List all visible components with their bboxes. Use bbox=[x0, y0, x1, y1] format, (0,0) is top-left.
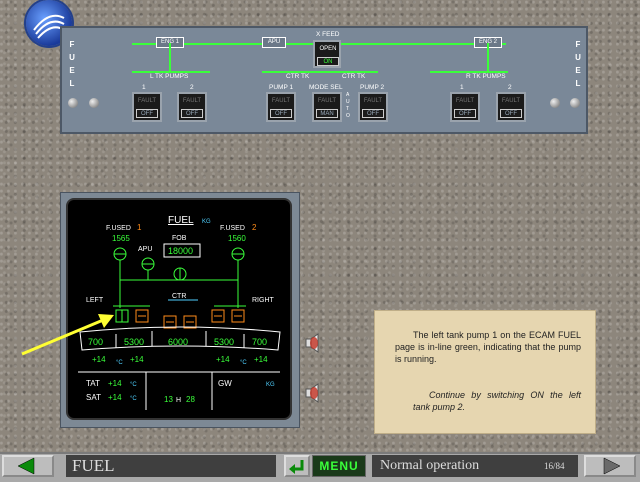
r-pump2-number: 2 bbox=[508, 84, 512, 91]
time-minutes: 28 bbox=[186, 395, 195, 404]
panel-screw bbox=[570, 98, 580, 108]
speaker-icon[interactable] bbox=[304, 382, 324, 404]
apu-label: APU bbox=[262, 37, 286, 48]
right-temp-unit: °C bbox=[240, 360, 247, 366]
fob-value: 18000 bbox=[168, 246, 193, 256]
pump2-label: PUMP 2 bbox=[360, 84, 385, 91]
arrow-left-icon bbox=[17, 457, 35, 475]
sat-label: SAT bbox=[86, 393, 101, 402]
time-separator: H bbox=[176, 397, 181, 404]
return-icon bbox=[289, 460, 304, 474]
instruction-text-2: Continue by switching ON the left tank p… bbox=[413, 390, 581, 412]
apu-label: APU bbox=[138, 246, 152, 253]
return-button[interactable] bbox=[284, 455, 310, 477]
module-title: FUEL bbox=[66, 455, 276, 477]
fused1-number: 1 bbox=[137, 223, 142, 232]
ctr-tk-pump1-pushbutton[interactable]: FAULT OFF bbox=[266, 92, 296, 122]
left-inner-temp: +14 bbox=[130, 355, 144, 364]
r-tk-pump2-pushbutton[interactable]: FAULT OFF bbox=[496, 92, 526, 122]
next-button[interactable] bbox=[584, 455, 636, 477]
right-outer-temp: +14 bbox=[254, 355, 268, 364]
fused2-number: 2 bbox=[252, 223, 257, 232]
speaker-icon[interactable] bbox=[304, 332, 324, 354]
right-inner-temp: +14 bbox=[216, 355, 230, 364]
eng2-feed-line bbox=[487, 43, 489, 71]
gw-unit: KG bbox=[266, 382, 275, 388]
panel-screw bbox=[68, 98, 78, 108]
panel-screw bbox=[89, 98, 99, 108]
l-tk-pump2-pushbutton[interactable]: FAULT OFF bbox=[177, 92, 207, 122]
fused1-value: 1565 bbox=[112, 234, 130, 243]
left-temp-unit: °C bbox=[116, 360, 123, 366]
fused2-value: 1560 bbox=[228, 234, 246, 243]
gw-label: GW bbox=[218, 379, 232, 388]
fused2-label: F.USED bbox=[220, 225, 245, 232]
xfeed-pushbutton[interactable]: OPEN ON bbox=[313, 40, 341, 68]
center-qty: 6000 bbox=[168, 337, 188, 347]
r-tk-pump1-pushbutton[interactable]: FAULT OFF bbox=[450, 92, 480, 122]
arrow-right-icon bbox=[603, 457, 621, 475]
eng1-feed-line bbox=[169, 43, 171, 71]
overhead-fuel-panel: FU EL FU EL ENG 1 APU X FEED OPEN ON ENG… bbox=[60, 26, 588, 134]
instruction-text-1: The left tank pump 1 on the ECAM FUEL pa… bbox=[395, 330, 581, 364]
l-pump2-number: 2 bbox=[190, 84, 194, 91]
tat-unit: °C bbox=[130, 382, 137, 388]
ecam-title: FUEL bbox=[168, 215, 194, 226]
previous-button[interactable] bbox=[2, 455, 54, 477]
panel-screw bbox=[550, 98, 560, 108]
ctr-tk-label-right: CTR TK bbox=[342, 73, 366, 80]
auto-label: A U T O bbox=[346, 92, 350, 119]
ecam-title-unit: KG bbox=[202, 219, 211, 225]
inner-right-qty: 5300 bbox=[214, 337, 234, 347]
tat-label: TAT bbox=[86, 379, 100, 388]
menu-button[interactable]: MENU bbox=[312, 455, 366, 477]
ctr-tk-pump2-pushbutton[interactable]: FAULT OFF bbox=[358, 92, 388, 122]
mode-sel-label: MODE SEL bbox=[309, 84, 343, 91]
time-hours: 13 bbox=[164, 395, 173, 404]
ctr-tank-label: CTR bbox=[172, 293, 186, 300]
pump1-label: PUMP 1 bbox=[269, 84, 294, 91]
outer-right-qty: 700 bbox=[252, 337, 267, 347]
tat-value: +14 bbox=[108, 379, 122, 388]
fuel-side-label-left: FU EL bbox=[69, 40, 75, 88]
pointer-arrow-icon bbox=[21, 314, 114, 356]
instruction-panel: The left tank pump 1 on the ECAM FUEL pa… bbox=[374, 310, 596, 434]
mode-sel-pushbutton[interactable]: FAULT MAN bbox=[312, 92, 342, 122]
right-tank-label: RIGHT bbox=[252, 297, 275, 304]
r-pump1-number: 1 bbox=[460, 84, 464, 91]
left-tank-label: LEFT bbox=[86, 297, 104, 304]
fused1-label: F.USED bbox=[106, 225, 131, 232]
l-pump1-number: 1 bbox=[142, 84, 146, 91]
r-tk-pumps-label: R TK PUMPS bbox=[466, 73, 506, 80]
fuel-side-label-right: FU EL bbox=[575, 40, 581, 88]
sat-value: +14 bbox=[108, 393, 122, 402]
inner-left-qty: 5300 bbox=[124, 337, 144, 347]
fob-label: FOB bbox=[172, 235, 187, 242]
l-tk-pumps-label: L TK PUMPS bbox=[150, 73, 189, 80]
l-tk-pump1-pushbutton[interactable]: FAULT OFF bbox=[132, 92, 162, 122]
page-number: 16/84 bbox=[544, 461, 565, 471]
xfeed-label: X FEED bbox=[316, 31, 340, 38]
sat-unit: °C bbox=[130, 396, 137, 402]
ctr-tk-label-left: CTR TK bbox=[286, 73, 310, 80]
